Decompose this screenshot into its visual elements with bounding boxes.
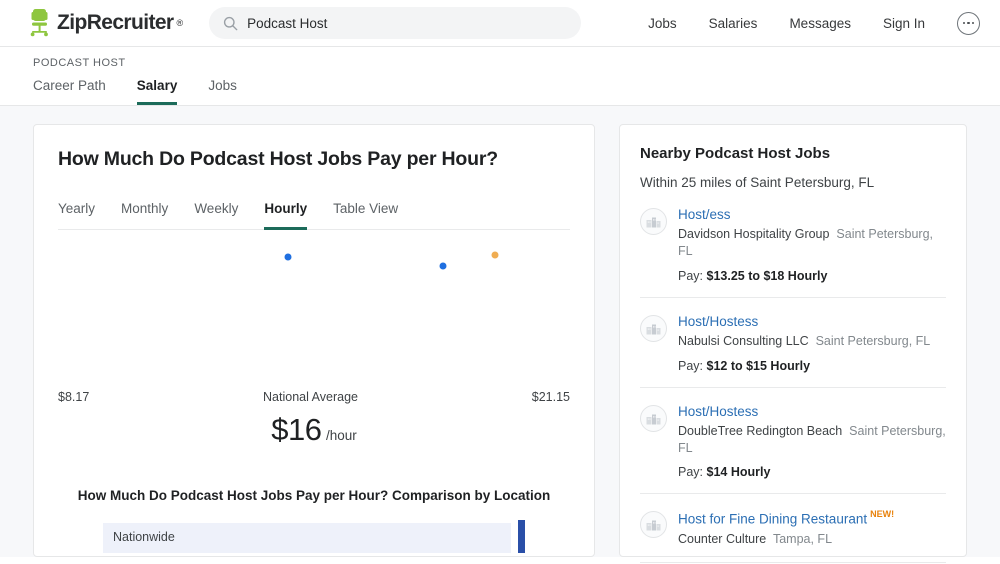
average-unit: /hour	[325, 428, 357, 443]
job-list-item[interactable]: Host/ess Davidson Hospitality Group Saint…	[640, 190, 946, 298]
national-average-row: $16 /hour	[58, 412, 570, 448]
job-company-location: Counter Culture Tampa, FL	[678, 531, 946, 548]
job-pay: Pay: $12 to $15 Hourly	[678, 359, 946, 373]
job-list-item[interactable]: Host for Fine Dining Restaurant NEW! Count…	[640, 494, 946, 563]
company-logo-icon	[640, 314, 667, 342]
axis-center-label: National Average	[263, 390, 359, 404]
job-details: Host/Hostess DoubleTree Redington Beach S…	[678, 403, 946, 480]
job-title-row: Host/Hostess	[678, 403, 946, 421]
subnav-tabs: Career Path Salary Jobs	[33, 78, 1000, 105]
tab-hourly[interactable]: Hourly	[264, 201, 308, 230]
primary-nav: Jobs Salaries Messages Sign In	[648, 11, 980, 35]
tab-yearly[interactable]: Yearly	[58, 201, 95, 230]
job-details: Host/Hostess Nabulsi Consulting LLC Saint…	[678, 313, 946, 373]
period-tabs: Yearly Monthly Weekly Hourly Table View	[58, 201, 570, 230]
chart-percentile-dot	[284, 253, 292, 261]
company-logo-icon	[640, 404, 667, 432]
job-pay: Pay: $14 Hourly	[678, 465, 946, 479]
page-body: How Much Do Podcast Host Jobs Pay per Ho…	[0, 106, 1000, 563]
average-amount: $16	[271, 412, 322, 447]
job-title-link[interactable]: Host/Hostess	[678, 314, 758, 329]
search-input[interactable]	[247, 15, 568, 31]
job-pay-label: Pay:	[678, 465, 707, 480]
comparison-row-nationwide[interactable]: Nationwide	[103, 520, 525, 553]
salary-card: How Much Do Podcast Host Jobs Pay per Ho…	[33, 124, 595, 557]
job-pay-label: Pay:	[678, 358, 707, 373]
nav-sign-in[interactable]: Sign In	[883, 16, 925, 31]
job-location: Saint Petersburg, FL	[808, 333, 931, 348]
chart-bars	[58, 248, 570, 384]
nearby-jobs-card: Nearby Podcast Host Jobs Within 25 miles…	[619, 124, 967, 563]
job-pay: Pay: $13.25 to $18 Hourly	[678, 269, 946, 283]
company-logo-icon	[640, 208, 667, 235]
nearby-jobs-list: Host/ess Davidson Hospitality Group Saint…	[640, 190, 946, 563]
chart-axis-labels: $8.17 National Average $21.15	[58, 390, 570, 404]
nearby-jobs-subtitle: Within 25 miles of Saint Petersburg, FL	[640, 175, 875, 190]
job-company-location: DoubleTree Redington Beach Saint Petersb…	[678, 423, 946, 457]
job-list-item[interactable]: Host/Hostess DoubleTree Redington Beach S…	[640, 388, 946, 495]
nav-salaries[interactable]: Salaries	[709, 16, 758, 31]
job-company: Counter Culture	[678, 531, 767, 546]
site-header: ZipRecruiter® Jobs Salaries Messages Sig…	[0, 0, 1000, 47]
location-comparison-chart: Nationwide	[58, 520, 570, 553]
more-options-icon[interactable]	[957, 11, 980, 35]
job-company: Nabulsi Consulting LLC	[678, 333, 809, 348]
job-title-link[interactable]: Host/ess	[678, 207, 731, 222]
job-pay-value: $14 Hourly	[706, 465, 771, 480]
job-company: Davidson Hospitality Group	[678, 227, 830, 241]
tab-monthly[interactable]: Monthly	[121, 201, 168, 230]
page-kicker: PODCAST HOST	[33, 57, 126, 69]
job-location: Tampa, FL	[766, 531, 833, 546]
company-logo-icon	[640, 511, 667, 539]
job-pay-value: $12 to $15 Hourly	[706, 358, 811, 373]
job-company-location: Davidson Hospitality Group Saint Petersb…	[678, 226, 946, 260]
search-box[interactable]	[209, 7, 582, 39]
ziprecruiter-logo[interactable]: ZipRecruiter ®	[28, 8, 183, 38]
job-title-link[interactable]: Host/Hostess	[678, 404, 758, 419]
comparison-bar-marker	[518, 520, 525, 553]
nav-messages[interactable]: Messages	[789, 16, 851, 31]
chart-percentile-dot	[491, 251, 499, 259]
brand-trademark: ®	[176, 18, 184, 28]
subnav-tab-career-path[interactable]: Career Path	[33, 78, 106, 105]
job-pay-value: $13.25 to $18 Hourly	[706, 268, 828, 283]
axis-min-label: $8.17	[58, 390, 90, 404]
tab-table-view[interactable]: Table View	[333, 201, 398, 230]
page-title: How Much Do Podcast Host Jobs Pay per Ho…	[58, 148, 498, 170]
salary-distribution-chart	[58, 248, 570, 384]
comparison-section-title: How Much Do Podcast Host Jobs Pay per Ho…	[77, 488, 551, 503]
nav-jobs[interactable]: Jobs	[648, 16, 677, 31]
job-title-link[interactable]: Host for Fine Dining Restaurant	[678, 512, 867, 527]
axis-max-label: $21.15	[531, 390, 570, 404]
job-company-location: Nabulsi Consulting LLC Saint Petersburg,…	[678, 333, 946, 350]
job-pay-label: Pay:	[678, 268, 707, 283]
secondary-nav: PODCAST HOST Career Path Salary Jobs	[0, 47, 1000, 106]
chart-percentile-dot	[439, 262, 447, 270]
job-title-row: Host/Hostess	[678, 313, 946, 331]
job-details: Host for Fine Dining Restaurant NEW! Count…	[678, 509, 946, 547]
brand-name: ZipRecruiter	[57, 11, 174, 34]
chair-logo-icon	[30, 9, 48, 37]
new-badge: NEW!	[870, 509, 895, 520]
job-title-row: Host/ess	[678, 206, 946, 224]
comparison-bar-label: Nationwide	[113, 530, 175, 544]
job-company: DoubleTree Redington Beach	[678, 423, 843, 438]
tab-weekly[interactable]: Weekly	[194, 201, 238, 230]
job-details: Host/ess Davidson Hospitality Group Saint…	[678, 206, 946, 283]
subnav-tab-salary[interactable]: Salary	[136, 78, 178, 105]
subnav-tab-jobs[interactable]: Jobs	[208, 78, 237, 105]
job-title-row: Host for Fine Dining Restaurant NEW!	[678, 509, 946, 528]
nearby-jobs-title: Nearby Podcast Host Jobs	[640, 145, 831, 162]
job-list-item[interactable]: Host/Hostess Nabulsi Consulting LLC Saint…	[640, 298, 946, 388]
search-icon	[224, 16, 238, 30]
